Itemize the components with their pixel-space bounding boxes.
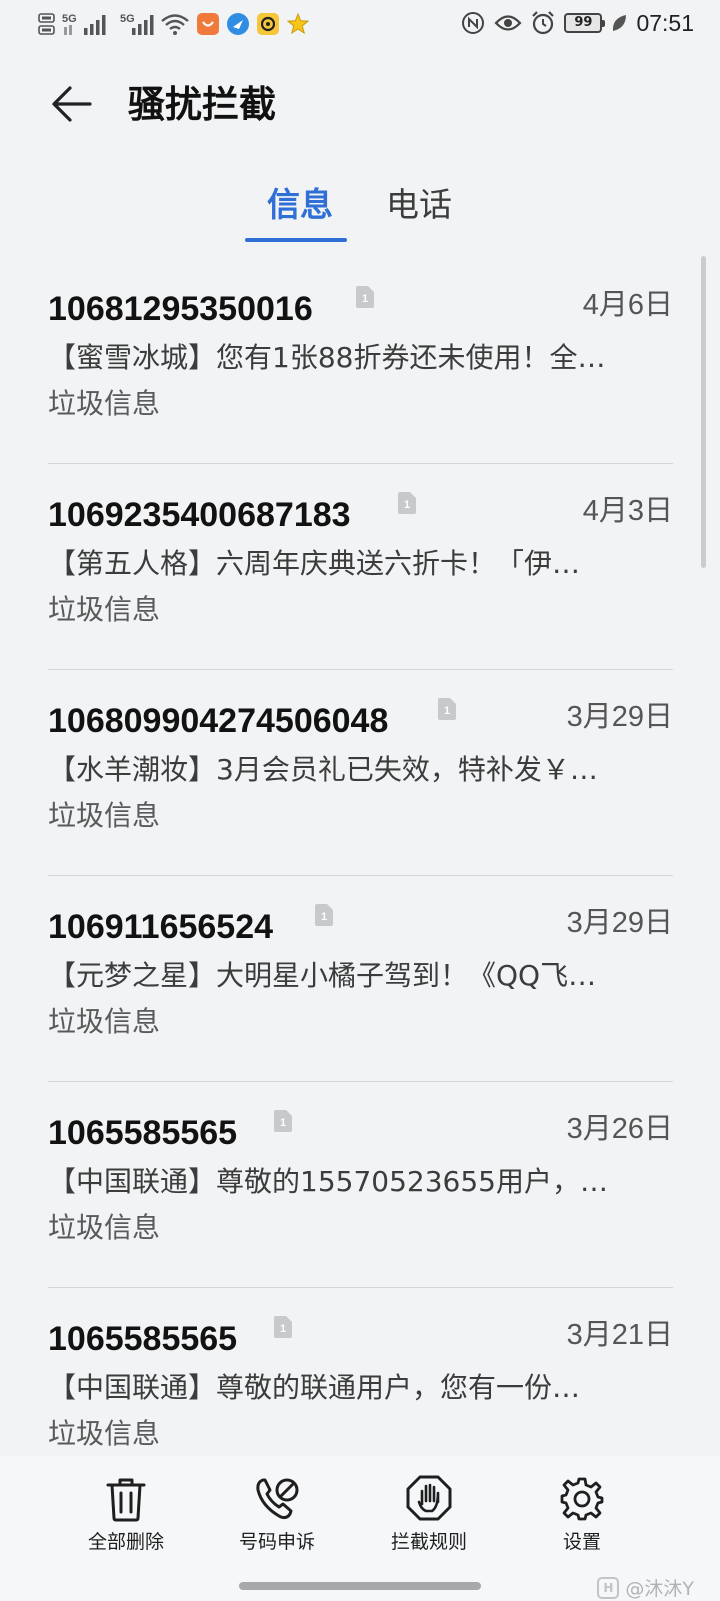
delete-all-label: 全部删除 <box>87 1531 164 1553</box>
trash-icon <box>106 1478 146 1522</box>
sender-number: 1065585565 <box>48 1114 238 1152</box>
eye-comfort-icon <box>494 12 522 34</box>
spam-tag: 垃圾信息 <box>48 1211 161 1244</box>
spam-tag: 垃圾信息 <box>48 1417 161 1450</box>
message-date: 4月6日 <box>582 289 673 321</box>
sim-number: 1 <box>444 705 450 717</box>
spam-tag: 垃圾信息 <box>48 593 161 626</box>
sender-number: 10681295350016 <box>48 290 313 328</box>
message-item[interactable]: 1065585565 1 3月26日 【中国联通】尊敬的15570523655用… <box>48 1082 673 1288</box>
tab-active-indicator <box>245 238 347 242</box>
tab-messages[interactable]: 信息 <box>267 180 333 230</box>
back-button[interactable] <box>46 78 98 130</box>
hd-voice-icon <box>38 11 56 37</box>
message-item[interactable]: 106911656524 1 3月29日 【元梦之星】大明星小橘子驾到！《QQ飞… <box>48 876 673 1082</box>
message-preview: 【蜜雪冰城】您有1张88折券还未使用！全… <box>48 341 606 374</box>
status-right-icons: 99 07:51 <box>460 8 694 38</box>
message-item[interactable]: 1069235400687183 1 4月3日 【第五人格】六周年庆典送六折卡！… <box>48 464 673 670</box>
settings-button[interactable]: 设置 <box>512 1472 652 1562</box>
list-scrollbar[interactable] <box>701 256 706 568</box>
sender-number: 1069235400687183 <box>48 496 351 534</box>
star-icon <box>286 12 310 36</box>
sender-number: 106911656524 <box>48 908 274 946</box>
sim-card-icon: 1 <box>274 1110 292 1132</box>
status-time: 07:51 <box>636 9 694 36</box>
app-notification-orange-icon <box>196 12 220 36</box>
signal-5g-icon-2: 5G <box>120 11 154 37</box>
bottom-action-bar: 全部删除 号码申诉 拦截规则 设置 H @沐沐Y <box>0 1456 720 1600</box>
sim-card-icon: 1 <box>438 698 456 720</box>
gear-icon <box>560 1477 604 1521</box>
message-preview: 【水羊潮妆】3月会员礼已失效，特补发￥… <box>48 753 598 786</box>
watermark-logo: H <box>597 1576 620 1599</box>
block-rules-label: 拦截规则 <box>390 1531 467 1553</box>
page-title: 骚扰拦截 <box>128 83 276 126</box>
wifi-icon <box>160 12 190 36</box>
sender-number: 106809904274506048 <box>48 702 389 740</box>
sim-number: 1 <box>280 1117 286 1129</box>
sim-number: 1 <box>321 911 327 923</box>
leaf-power-saving-icon <box>610 12 628 34</box>
arrow-left-icon <box>52 86 92 122</box>
message-preview: 【中国联通】尊敬的联通用户，您有一份… <box>48 1371 581 1404</box>
message-item[interactable]: 10681295350016 1 4月6日 【蜜雪冰城】您有1张88折券还未使用… <box>48 258 673 464</box>
hand-stop-icon <box>406 1475 452 1521</box>
sim-card-icon: 1 <box>398 492 416 514</box>
sim-card-icon: 1 <box>315 904 333 926</box>
message-preview: 【元梦之星】大明星小橘子驾到！《QQ飞… <box>48 959 597 992</box>
message-date: 3月29日 <box>566 907 673 939</box>
message-date: 3月29日 <box>566 701 673 733</box>
number-appeal-button[interactable]: 号码申诉 <box>207 1472 347 1562</box>
sim-number: 1 <box>280 1323 286 1335</box>
app-notification-yellow-icon <box>256 12 280 36</box>
delete-all-button[interactable]: 全部删除 <box>56 1472 196 1562</box>
nfc-icon <box>460 10 486 36</box>
signal-5g-icon: 5G <box>62 11 114 37</box>
block-rules-button[interactable]: 拦截规则 <box>359 1472 499 1562</box>
alarm-icon <box>530 10 556 36</box>
app-notification-blue-icon <box>226 12 250 36</box>
signal1-label: 5G <box>62 13 77 25</box>
spam-tag: 垃圾信息 <box>48 387 161 420</box>
battery-indicator: 99 <box>564 13 606 33</box>
message-date: 3月26日 <box>566 1113 673 1145</box>
sender-number: 1065585565 <box>48 1320 238 1358</box>
sim-card-icon: 1 <box>356 286 374 308</box>
watermark: H @沐沐Y <box>597 1574 694 1601</box>
phone-block-icon <box>256 1478 299 1520</box>
message-preview: 【第五人格】六周年庆典送六折卡！「伊… <box>48 547 581 580</box>
message-preview: 【中国联通】尊敬的15570523655用户，… <box>48 1165 608 1198</box>
number-appeal-label: 号码申诉 <box>238 1531 315 1553</box>
settings-label: 设置 <box>562 1531 601 1553</box>
spam-tag: 垃圾信息 <box>48 1005 161 1038</box>
message-date: 4月3日 <box>582 495 673 527</box>
spam-tag: 垃圾信息 <box>48 799 161 832</box>
status-bar: 5G 5G 99 07:51 <box>0 0 720 48</box>
sim-number: 1 <box>404 499 410 511</box>
tab-calls[interactable]: 电话 <box>386 180 452 230</box>
message-item[interactable]: 106809904274506048 1 3月29日 【水羊潮妆】3月会员礼已失… <box>48 670 673 876</box>
sim-card-icon: 1 <box>274 1316 292 1338</box>
blocked-messages-list: 10681295350016 1 4月6日 【蜜雪冰城】您有1张88折券还未使用… <box>48 258 673 1494</box>
sim-number: 1 <box>362 293 368 305</box>
watermark-user: @沐沐Y <box>625 1578 694 1600</box>
home-indicator[interactable] <box>239 1582 481 1590</box>
message-date: 3月21日 <box>566 1319 673 1351</box>
tab-bar: 信息 电话 <box>245 180 485 244</box>
status-left-icons: 5G 5G <box>38 10 310 38</box>
signal2-label: 5G <box>120 13 135 25</box>
